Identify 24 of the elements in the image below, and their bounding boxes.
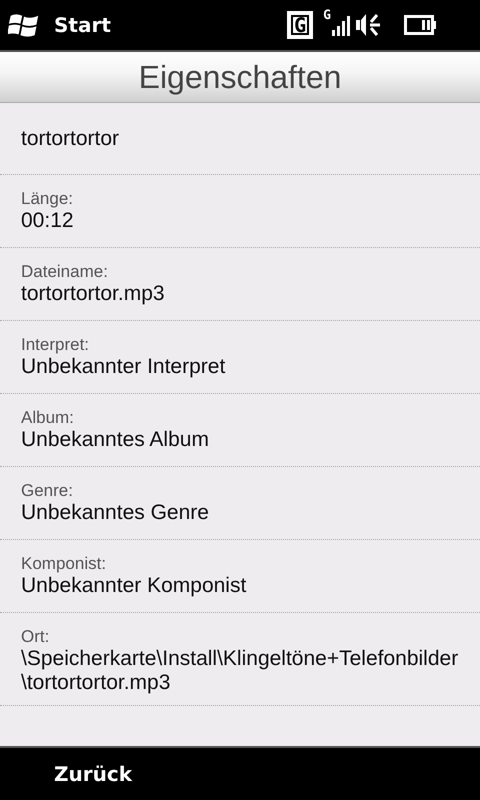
network-indicator: G — [287, 11, 314, 39]
property-value: 00:12 — [21, 209, 75, 233]
property-value: \Speicherkarte\Install\Klingeltöne+Telefonbilder\tortortortor.mp3 — [21, 647, 459, 695]
property-label: Interpret: — [21, 335, 90, 355]
property-value: tortortortor.mp3 — [21, 282, 166, 306]
property-value: Unbekannter Komponist — [21, 574, 248, 598]
property-label: Ort: — [21, 627, 50, 647]
property-label: Genre: — [21, 481, 74, 501]
page-title: Eigenschaften — [138, 58, 342, 96]
signal-icon — [332, 14, 350, 36]
signal-type-label: G — [323, 8, 331, 23]
battery-icon — [404, 15, 436, 35]
property-value: Unbekannter Interpret — [21, 355, 226, 379]
file-name: tortortortor — [21, 126, 120, 150]
property-label: Dateiname: — [21, 262, 109, 282]
property-value: Unbekanntes Genre — [21, 501, 210, 525]
windows-logo-icon[interactable] — [8, 12, 40, 38]
property-label: Album: — [21, 408, 75, 428]
property-label: Komponist: — [21, 554, 108, 574]
property-label: Länge: — [21, 189, 74, 209]
property-value: Unbekanntes Album — [21, 428, 210, 452]
back-softkey[interactable]: Zurück — [54, 762, 132, 786]
speaker-muted-icon — [356, 11, 382, 39]
start-label[interactable]: Start — [54, 13, 111, 37]
